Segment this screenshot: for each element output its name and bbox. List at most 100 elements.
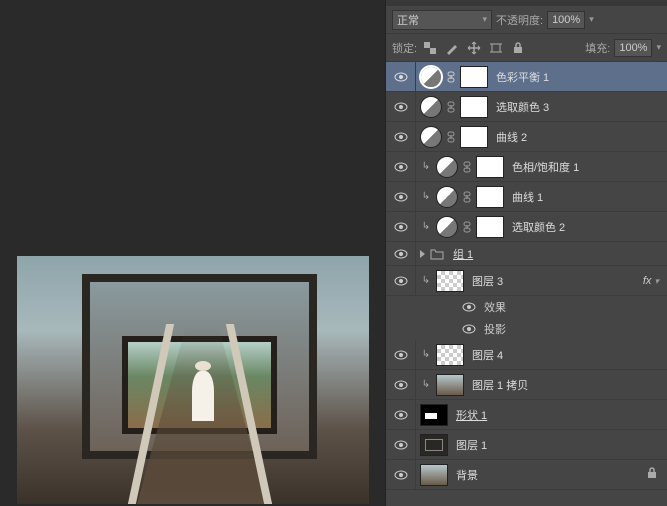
visibility-toggle[interactable] (460, 320, 478, 338)
link-icon[interactable] (446, 71, 456, 83)
adjustment-thumb[interactable] (420, 96, 442, 118)
layer-name[interactable]: 选取颜色 2 (512, 219, 565, 235)
visibility-toggle[interactable] (386, 182, 416, 212)
adjustment-thumb[interactable] (436, 216, 458, 238)
layer-name[interactable]: 曲线 1 (512, 189, 543, 205)
layer-name[interactable]: 背景 (456, 467, 478, 483)
adjustment-thumb[interactable] (436, 186, 458, 208)
layer-row[interactable]: ↳ 曲线 1 (386, 182, 667, 212)
layer-name[interactable]: 图层 4 (472, 347, 503, 363)
clip-indicator: ↳ (420, 349, 432, 360)
layer-name[interactable]: 组 1 (453, 246, 473, 262)
document-canvas[interactable] (17, 256, 369, 504)
lock-label: 锁定: (392, 40, 417, 56)
mask-thumb[interactable] (476, 156, 504, 178)
layer-row[interactable]: ↳ 选取颜色 2 (386, 212, 667, 242)
mask-thumb[interactable] (476, 216, 504, 238)
clip-indicator: ↳ (420, 161, 432, 172)
mask-thumb[interactable] (460, 126, 488, 148)
chevron-down-icon[interactable]: ▾ (589, 14, 594, 25)
fx-badge[interactable]: fx ▾ (643, 275, 659, 287)
visibility-toggle[interactable] (386, 370, 416, 400)
opacity-value: 100% (552, 14, 580, 26)
visibility-toggle[interactable] (386, 460, 416, 490)
folder-icon (429, 246, 445, 262)
fx-dropshadow-row[interactable]: 投影 (386, 318, 667, 340)
layer-thumb[interactable] (436, 374, 464, 396)
lock-position-icon[interactable] (465, 40, 483, 56)
link-icon[interactable] (446, 101, 456, 113)
fx-effects-row[interactable]: 效果 (386, 296, 667, 318)
layer-name[interactable]: 形状 1 (456, 407, 487, 423)
link-icon[interactable] (462, 221, 472, 233)
layer-name[interactable]: 图层 3 (472, 273, 503, 289)
lock-fill-row: 锁定: 填充: 100% ▾ (386, 34, 667, 62)
layer-name[interactable]: 选取颜色 3 (496, 99, 549, 115)
visibility-toggle[interactable] (386, 239, 416, 269)
lock-all-icon[interactable] (509, 40, 527, 56)
opacity-label: 不透明度: (496, 12, 543, 28)
layer-name[interactable]: 色彩平衡 1 (496, 69, 549, 85)
visibility-toggle[interactable] (386, 400, 416, 430)
blend-mode-value: 正常 (397, 12, 419, 28)
blend-opacity-row: 正常 ▾ 不透明度: 100% ▾ (386, 6, 667, 34)
visibility-toggle[interactable] (386, 62, 416, 92)
layer-thumb[interactable] (420, 404, 448, 426)
layer-thumb[interactable] (436, 344, 464, 366)
layer-row[interactable]: 色彩平衡 1 (386, 62, 667, 92)
visibility-toggle[interactable] (386, 92, 416, 122)
layers-list[interactable]: 色彩平衡 1 选取颜色 3 曲线 2 ↳ (386, 62, 667, 506)
link-icon[interactable] (462, 161, 472, 173)
layer-thumb[interactable] (420, 464, 448, 486)
layer-row[interactable]: 形状 1 (386, 400, 667, 430)
layer-name[interactable]: 图层 1 (456, 437, 487, 453)
layer-row[interactable]: ↳ 色相/饱和度 1 (386, 152, 667, 182)
fx-effects-label: 效果 (484, 299, 506, 315)
visibility-toggle[interactable] (386, 152, 416, 182)
fill-value: 100% (619, 42, 647, 54)
link-icon[interactable] (462, 191, 472, 203)
layer-thumb[interactable] (436, 270, 464, 292)
layer-row[interactable]: 图层 1 (386, 430, 667, 460)
lock-transparent-icon[interactable] (421, 40, 439, 56)
lock-artboard-icon[interactable] (487, 40, 505, 56)
canvas-area[interactable] (0, 0, 385, 506)
link-icon[interactable] (446, 131, 456, 143)
layer-name[interactable]: 色相/饱和度 1 (512, 159, 579, 175)
chevron-down-icon[interactable]: ▾ (656, 42, 661, 53)
fill-label: 填充: (585, 40, 610, 56)
mask-thumb[interactable] (460, 66, 488, 88)
expand-toggle[interactable] (420, 250, 425, 258)
visibility-toggle[interactable] (386, 340, 416, 370)
layer-row[interactable]: ↳ 图层 1 拷贝 (386, 370, 667, 400)
mask-thumb[interactable] (460, 96, 488, 118)
adjustment-thumb[interactable] (420, 66, 442, 88)
visibility-toggle[interactable] (460, 298, 478, 316)
layer-name[interactable]: 图层 1 拷贝 (472, 377, 528, 393)
visibility-toggle[interactable] (386, 266, 416, 296)
visibility-toggle[interactable] (386, 122, 416, 152)
adjustment-thumb[interactable] (420, 126, 442, 148)
lock-brush-icon[interactable] (443, 40, 461, 56)
layers-panel: 正常 ▾ 不透明度: 100% ▾ 锁定: 填充: 100% ▾ 色彩平衡 1 (385, 0, 667, 506)
opacity-input[interactable]: 100% (547, 11, 585, 29)
blend-mode-select[interactable]: 正常 ▾ (392, 10, 492, 30)
fill-input[interactable]: 100% (614, 39, 652, 57)
layer-row[interactable]: 选取颜色 3 (386, 92, 667, 122)
layer-row-group[interactable]: 组 1 (386, 242, 667, 266)
clip-indicator: ↳ (420, 221, 432, 232)
lock-icon (647, 467, 657, 482)
layer-row[interactable]: ↳ 图层 3 fx ▾ (386, 266, 667, 296)
visibility-toggle[interactable] (386, 430, 416, 460)
layer-row-background[interactable]: 背景 (386, 460, 667, 490)
mask-thumb[interactable] (476, 186, 504, 208)
visibility-toggle[interactable] (386, 212, 416, 242)
artwork-person (192, 371, 214, 421)
fx-dropshadow-label: 投影 (484, 321, 506, 337)
adjustment-thumb[interactable] (436, 156, 458, 178)
layer-name[interactable]: 曲线 2 (496, 129, 527, 145)
layer-thumb[interactable] (420, 434, 448, 456)
layer-row[interactable]: 曲线 2 (386, 122, 667, 152)
layer-row[interactable]: ↳ 图层 4 (386, 340, 667, 370)
chevron-down-icon: ▾ (482, 14, 487, 25)
